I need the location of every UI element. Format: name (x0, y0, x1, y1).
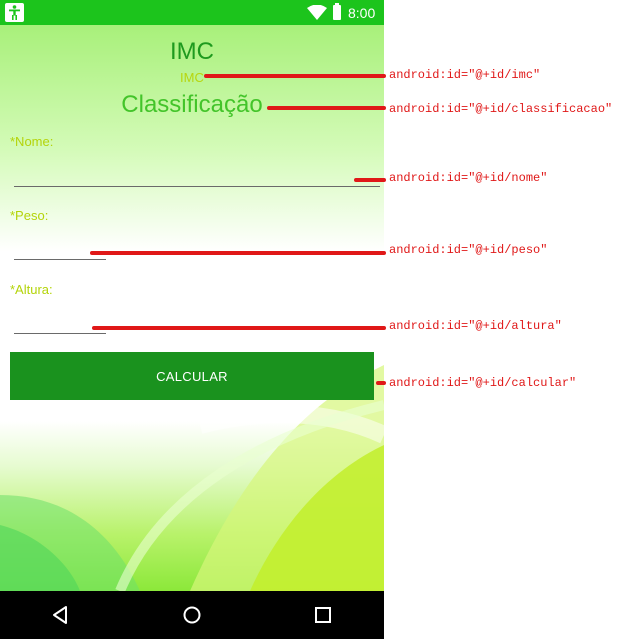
status-bar: 8:00 (0, 0, 384, 25)
wifi-icon (307, 5, 327, 20)
annotation-line-classificacao (267, 106, 386, 110)
annotation-peso: android:id="@+id/peso" (389, 243, 548, 257)
navigation-bar (0, 591, 384, 639)
annotation-calcular: android:id="@+id/calcular" (389, 376, 577, 390)
annotation-line-imc (204, 74, 386, 78)
nome-input[interactable] (14, 186, 380, 187)
peso-input[interactable] (14, 259, 106, 260)
annotation-nome: android:id="@+id/nome" (389, 171, 548, 185)
accessibility-icon (5, 3, 24, 22)
annotation-imc: android:id="@+id/imc" (389, 68, 541, 82)
page-title: IMC (170, 38, 214, 65)
altura-label: *Altura: (10, 282, 53, 297)
phone-screen: 8:00 IMC IMC Classificação *Nome: *Peso:… (0, 0, 384, 639)
imc-result: IMC (180, 70, 204, 85)
peso-label: *Peso: (10, 208, 49, 223)
calcular-button[interactable]: CALCULAR (10, 352, 374, 400)
recents-square-icon[interactable] (311, 603, 335, 627)
home-circle-icon[interactable] (180, 603, 204, 627)
annotation-classificacao: android:id="@+id/classificacao" (389, 102, 613, 116)
back-triangle-icon[interactable] (48, 603, 72, 627)
clock: 8:00 (348, 5, 376, 21)
nome-label: *Nome: (10, 134, 54, 149)
annotation-altura: android:id="@+id/altura" (389, 319, 562, 333)
battery-icon (333, 3, 341, 20)
annotation-line-altura (92, 326, 386, 330)
altura-input[interactable] (14, 333, 106, 334)
classification-result: Classificação (121, 91, 263, 118)
annotation-line-peso (90, 251, 386, 255)
annotation-line-nome (354, 178, 386, 182)
annotation-line-calcular (376, 381, 386, 385)
